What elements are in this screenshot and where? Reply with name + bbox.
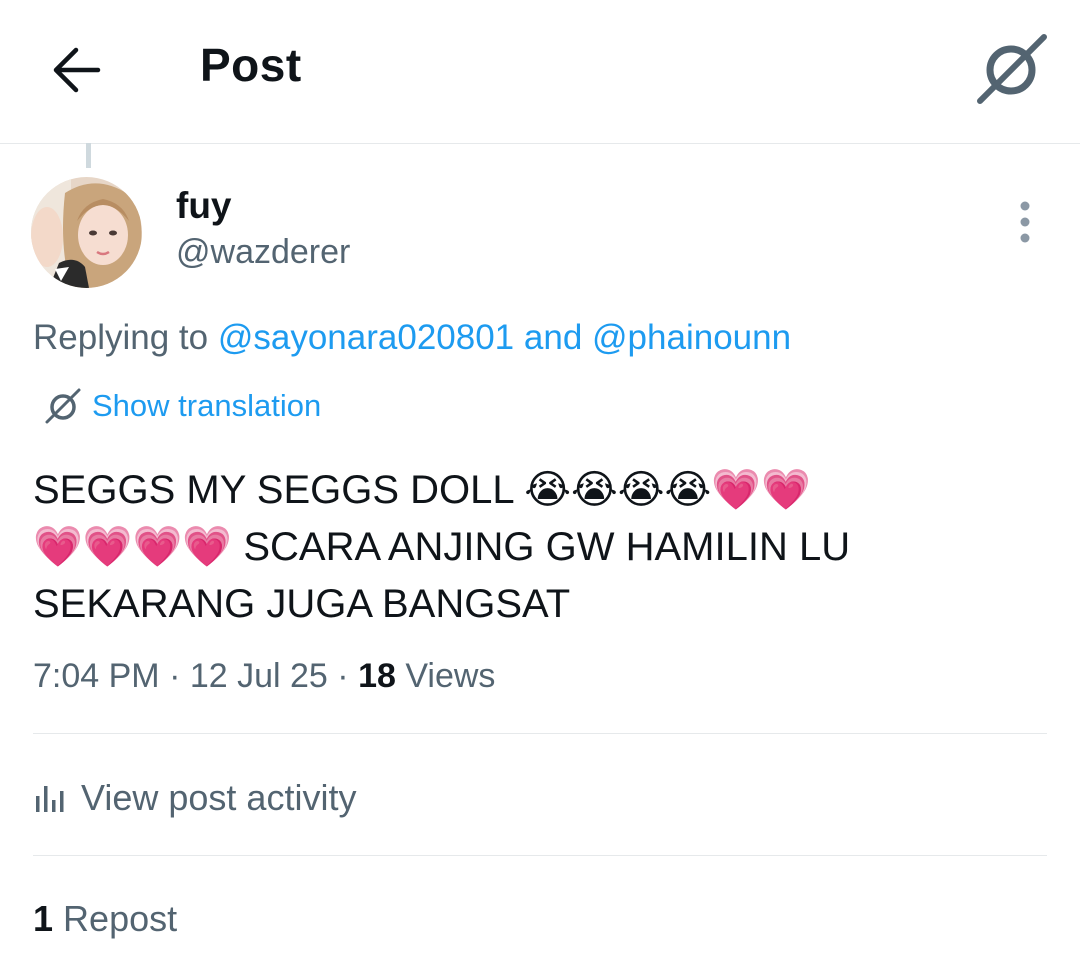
grok-icon	[45, 388, 81, 424]
display-name[interactable]: fuy	[176, 185, 232, 227]
divider	[33, 855, 1047, 856]
post-body: SEGGS MY SEGGS DOLL 😭😭😭😭💗💗 💗💗💗💗 SCARA AN…	[33, 468, 851, 626]
top-bar: Post	[0, 0, 1080, 144]
avatar-image	[31, 177, 142, 288]
post-metadata: 7:04 PM · 12 Jul 25 · 18 Views	[33, 657, 495, 696]
mention-link-phainounn[interactable]: @phainounn	[592, 318, 791, 357]
thread-connector	[86, 143, 91, 168]
repost-count: 1	[33, 898, 54, 939]
replying-to: Replying to @sayonara020801 and @phainou…	[33, 318, 791, 358]
page-title: Post	[200, 39, 302, 91]
post-date[interactable]: 12 Jul 25	[190, 657, 328, 695]
view-post-activity-button[interactable]: View post activity	[33, 773, 356, 823]
show-translation-button[interactable]: Show translation	[44, 385, 321, 427]
divider	[33, 733, 1047, 734]
avatar[interactable]	[31, 177, 142, 288]
user-handle[interactable]: @wazderer	[176, 233, 350, 272]
back-button[interactable]	[50, 44, 106, 96]
views-label: Views	[405, 657, 496, 695]
show-translation-label: Show translation	[92, 388, 322, 423]
repost-label: Repost	[63, 898, 178, 939]
grok-button[interactable]	[976, 34, 1048, 104]
bar-chart-icon	[36, 786, 64, 812]
mention-link-sayonara[interactable]: @sayonara020801	[218, 318, 514, 357]
meta-separator: ·	[159, 657, 190, 695]
arrow-left-icon	[53, 47, 101, 93]
more-options-button[interactable]	[1012, 200, 1038, 244]
mention-conjunction: and	[523, 318, 583, 357]
more-vertical-icon	[1020, 201, 1030, 243]
replying-to-label: Replying to	[33, 318, 209, 357]
meta-separator: ·	[327, 657, 359, 695]
grok-icon	[977, 34, 1047, 104]
repost-count-link[interactable]: 1 Repost	[33, 898, 177, 940]
post-time[interactable]: 7:04 PM	[33, 657, 160, 695]
views-count: 18	[358, 657, 396, 695]
view-post-activity-label: View post activity	[81, 777, 357, 818]
